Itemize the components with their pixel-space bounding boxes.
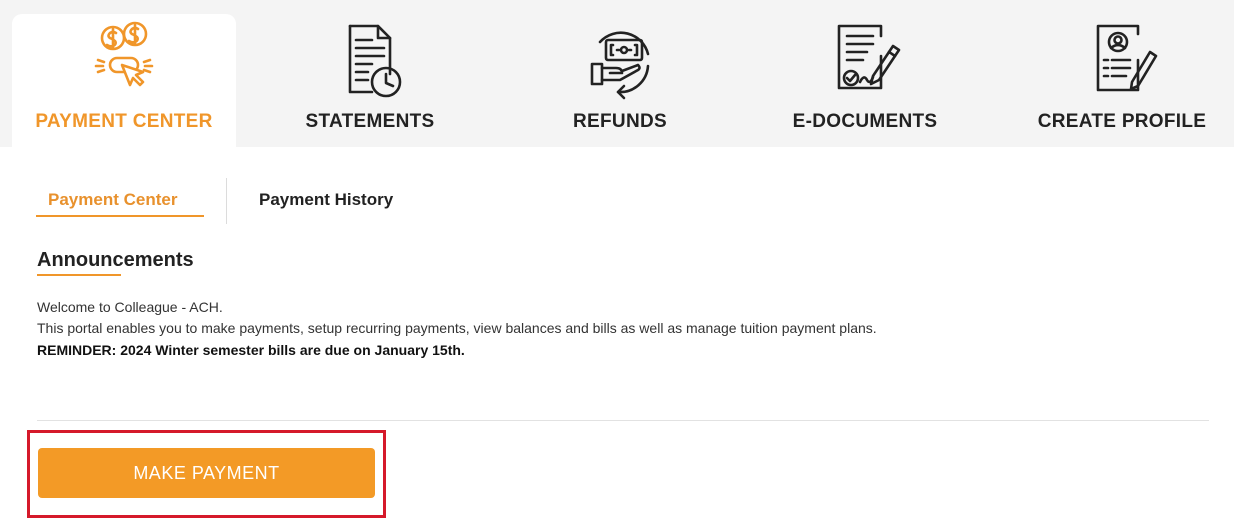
tab-label: PAYMENT CENTER xyxy=(35,111,213,132)
tab-label: REFUNDS xyxy=(573,111,667,132)
announcement-welcome: Welcome to Colleague - ACH. xyxy=(37,299,223,315)
announcements-heading: Announcements xyxy=(37,249,194,271)
tab-e-documents[interactable]: E-DOCUMENTS xyxy=(760,14,970,147)
subtab-payment-history[interactable]: Payment History xyxy=(259,190,393,210)
tab-label: E-DOCUMENTS xyxy=(792,111,938,132)
e-documents-icon xyxy=(825,20,905,102)
payment-center-icon xyxy=(84,20,164,102)
heading-underline xyxy=(37,274,121,276)
subtab-payment-center[interactable]: Payment Center xyxy=(48,190,177,210)
create-profile-icon xyxy=(1082,20,1162,102)
refunds-icon xyxy=(580,20,660,102)
tab-label: CREATE PROFILE xyxy=(1037,111,1207,132)
tab-label: STATEMENTS xyxy=(305,111,435,132)
tab-refunds[interactable]: REFUNDS xyxy=(515,14,725,147)
announcement-reminder: REMINDER: 2024 Winter semester bills are… xyxy=(37,342,465,358)
section-divider xyxy=(37,420,1209,421)
tab-payment-center[interactable]: PAYMENT CENTER xyxy=(12,14,236,147)
make-payment-button[interactable]: MAKE PAYMENT xyxy=(38,448,375,498)
tab-create-profile[interactable]: CREATE PROFILE xyxy=(1010,14,1234,147)
announcement-description: This portal enables you to make payments… xyxy=(37,320,877,336)
tab-statements[interactable]: STATEMENTS xyxy=(265,14,475,147)
subtab-divider xyxy=(226,178,227,224)
active-subtab-indicator xyxy=(36,215,204,217)
statements-icon xyxy=(330,20,410,102)
